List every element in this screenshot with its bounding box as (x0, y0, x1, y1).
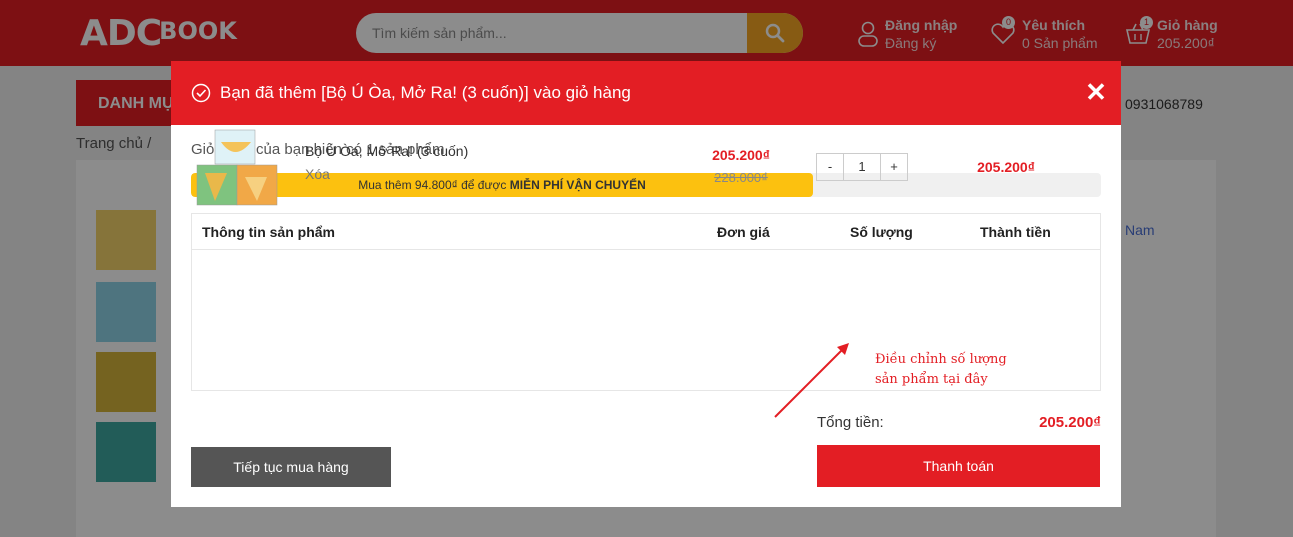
success-message: Bạn đã thêm [Bộ Ú Òa, Mở Ra! (3 cuốn)] v… (220, 83, 631, 102)
quantity-annotation: Điều chỉnh số lượng sản phẩm tại đây (875, 350, 1007, 390)
col-price: Đơn giá (717, 224, 770, 240)
continue-shopping-button[interactable]: Tiếp tục mua hàng (191, 447, 391, 487)
free-shipping-prefix: Mua thêm 94.800₫ để được (358, 178, 507, 192)
quantity-input[interactable]: 1 (843, 154, 881, 180)
checkout-button[interactable]: Thanh toán (817, 445, 1100, 487)
table-header: Thông tin sản phẩm Đơn giá Số lượng Thàn… (192, 214, 1100, 250)
col-product: Thông tin sản phẩm (202, 224, 335, 240)
col-total: Thành tiền (980, 224, 1051, 240)
increase-quantity-button[interactable]: + (881, 154, 907, 180)
modal-header: Bạn đã thêm [Bộ Ú Òa, Mở Ra! (3 cuốn)] v… (171, 61, 1121, 125)
free-shipping-strong: MIỄN PHÍ VẬN CHUYỂN (509, 178, 646, 192)
line-total: 205.200₫ (977, 159, 1035, 175)
close-icon[interactable]: ✕ (1083, 79, 1109, 105)
unit-price: 205.200₫ (712, 147, 770, 163)
total-value: 205.200₫ (1039, 414, 1101, 431)
quantity-stepper: - 1 + (816, 153, 908, 181)
product-image[interactable] (195, 127, 279, 211)
annotation-line-2: sản phẩm tại đây (875, 372, 988, 387)
decrease-quantity-button[interactable]: - (817, 154, 843, 180)
check-circle-icon (191, 83, 211, 103)
remove-link[interactable]: Xóa (305, 166, 330, 182)
annotation-arrow-icon (774, 343, 849, 418)
annotation-line-1: Điều chỉnh số lượng (875, 352, 1007, 367)
add-to-cart-modal: Bạn đã thêm [Bộ Ú Òa, Mở Ra! (3 cuốn)] v… (171, 61, 1121, 507)
original-price: 228.000₫ (714, 170, 768, 185)
col-quantity: Số lượng (850, 224, 913, 240)
product-name[interactable]: Bộ Ú Òa, Mở Ra! (3 cuốn) (305, 143, 468, 159)
total-label: Tổng tiền: (817, 414, 884, 431)
